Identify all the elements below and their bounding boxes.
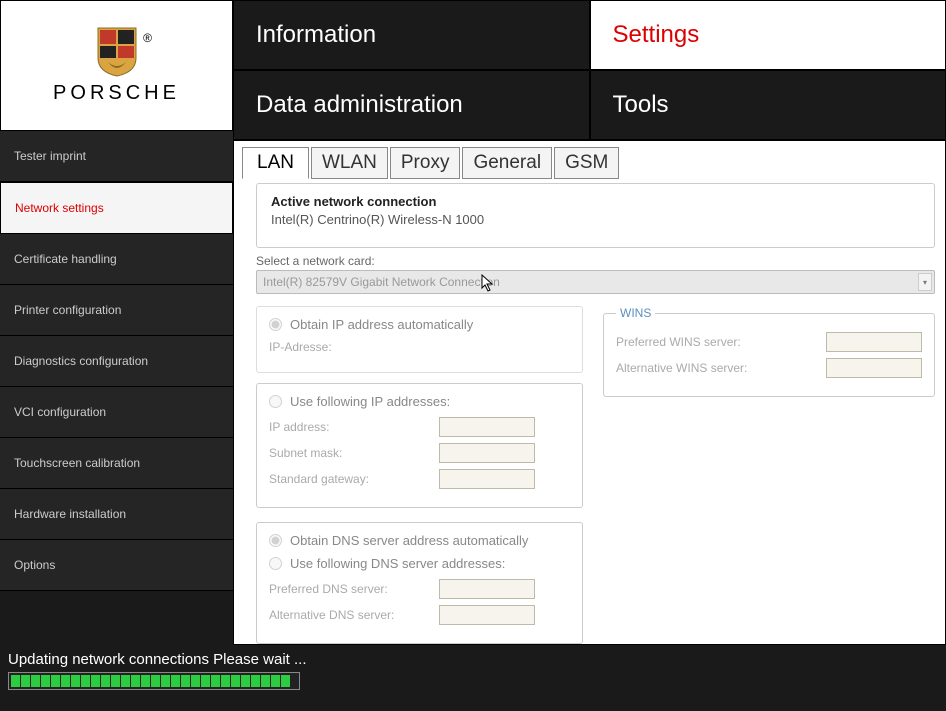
dns-preferred-label: Preferred DNS server: xyxy=(269,582,439,596)
subnet-input[interactable] xyxy=(439,443,535,463)
dns-manual-radio[interactable] xyxy=(269,557,282,570)
active-connection-value: Intel(R) Centrino(R) Wireless-N 1000 xyxy=(271,212,920,227)
wins-preferred-label: Preferred WINS server: xyxy=(616,335,826,349)
brand-name: PORSCHE xyxy=(53,82,180,105)
progress-bar xyxy=(8,672,300,690)
network-card-selected: Intel(R) 82579V Gigabit Network Connecti… xyxy=(263,275,500,289)
gateway-label: Standard gateway: xyxy=(269,472,439,486)
sidebar-item-network-settings[interactable]: Network settings xyxy=(0,182,233,234)
ip-adresse-label: IP-Adresse: xyxy=(269,340,439,354)
tab-strip: LAN WLAN Proxy General GSM xyxy=(242,147,937,179)
wins-preferred-input[interactable] xyxy=(826,332,922,352)
active-connection-panel: Active network connection Intel(R) Centr… xyxy=(256,183,935,248)
network-card-label: Select a network card: xyxy=(256,254,935,268)
wins-group: WINS Preferred WINS server: Alternative … xyxy=(603,306,935,397)
status-text: Updating network connections Please wait… xyxy=(8,651,938,668)
topnav-tools[interactable]: Tools xyxy=(590,70,946,140)
gateway-input[interactable] xyxy=(439,469,535,489)
sidebar-item-printer-configuration[interactable]: Printer configuration xyxy=(0,285,233,336)
topnav-settings[interactable]: Settings xyxy=(590,0,946,70)
registered-icon: ® xyxy=(143,31,152,45)
sidebar-item-hardware-installation[interactable]: Hardware installation xyxy=(0,489,233,540)
dns-alternative-label: Alternative DNS server: xyxy=(269,608,439,622)
ip-manual-label: Use following IP addresses: xyxy=(290,394,450,409)
subnet-label: Subnet mask: xyxy=(269,446,439,460)
dns-auto-label: Obtain DNS server address automatically xyxy=(290,533,528,548)
ip-manual-radio[interactable] xyxy=(269,395,282,408)
topnav-data-administration[interactable]: Data administration xyxy=(233,70,590,140)
ip-address-label: IP address: xyxy=(269,420,439,434)
sidebar-item-vci-configuration[interactable]: VCI configuration xyxy=(0,387,233,438)
tab-wlan[interactable]: WLAN xyxy=(311,147,388,179)
ip-auto-group: Obtain IP address automatically IP-Adres… xyxy=(256,306,583,373)
network-card-select[interactable]: Intel(R) 82579V Gigabit Network Connecti… xyxy=(256,270,935,294)
chevron-down-icon: ▾ xyxy=(918,273,932,291)
sidebar-item-certificate-handling[interactable]: Certificate handling xyxy=(0,234,233,285)
sidebar-item-tester-imprint[interactable]: Tester imprint xyxy=(0,131,233,182)
ip-address-input[interactable] xyxy=(439,417,535,437)
wins-alternative-input[interactable] xyxy=(826,358,922,378)
topnav-information[interactable]: Information xyxy=(233,0,590,70)
ip-manual-group: Use following IP addresses: IP address: … xyxy=(256,383,583,508)
sidebar-item-touchscreen-calibration[interactable]: Touchscreen calibration xyxy=(0,438,233,489)
wins-alternative-label: Alternative WINS server: xyxy=(616,361,826,375)
content-panel: LAN WLAN Proxy General GSM Active networ… xyxy=(233,140,946,645)
status-footer: Updating network connections Please wait… xyxy=(0,637,946,696)
dns-auto-radio[interactable] xyxy=(269,534,282,547)
top-nav: Information Settings Data administration… xyxy=(233,0,946,140)
porsche-shield-icon xyxy=(94,26,140,78)
dns-alternative-input[interactable] xyxy=(439,605,535,625)
tab-gsm[interactable]: GSM xyxy=(554,147,619,179)
sidebar-item-options[interactable]: Options xyxy=(0,540,233,591)
sidebar-item-diagnostics-configuration[interactable]: Diagnostics configuration xyxy=(0,336,233,387)
wins-legend: WINS xyxy=(616,306,655,320)
tab-proxy[interactable]: Proxy xyxy=(390,147,461,179)
brand-logo-area: ® PORSCHE xyxy=(0,0,233,131)
tab-general[interactable]: General xyxy=(462,147,552,179)
dns-manual-label: Use following DNS server addresses: xyxy=(290,556,505,571)
ip-auto-label: Obtain IP address automatically xyxy=(290,317,473,332)
tab-lan[interactable]: LAN xyxy=(242,147,309,179)
sidebar: ® PORSCHE Tester imprint Network setting… xyxy=(0,0,233,637)
dns-group: Obtain DNS server address automatically … xyxy=(256,522,583,644)
active-connection-title: Active network connection xyxy=(271,194,920,209)
dns-preferred-input[interactable] xyxy=(439,579,535,599)
ip-auto-radio[interactable] xyxy=(269,318,282,331)
main-area: Information Settings Data administration… xyxy=(233,0,946,637)
